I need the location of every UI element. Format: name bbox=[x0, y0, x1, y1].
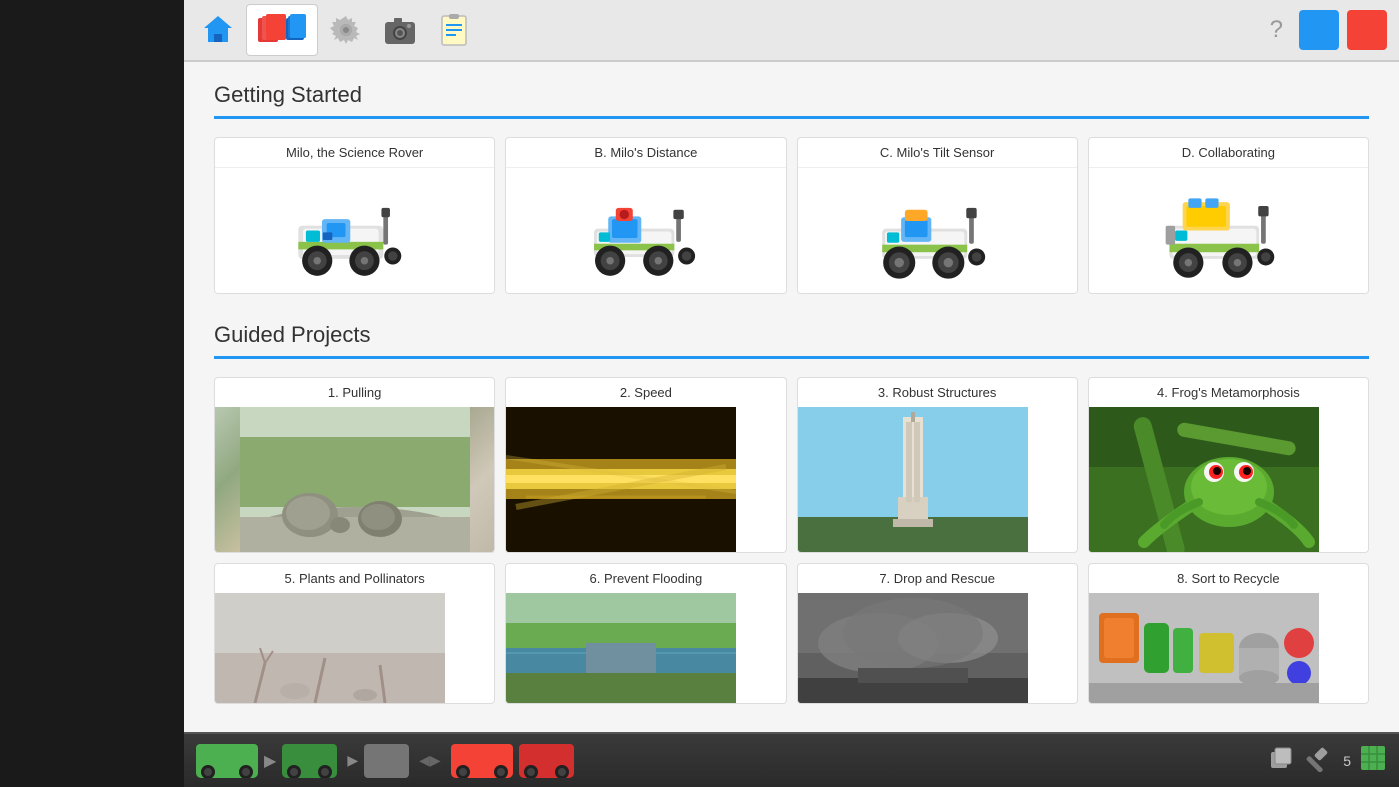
gray-block[interactable] bbox=[364, 744, 409, 778]
help-button[interactable]: ? bbox=[1262, 11, 1291, 49]
green-car-svg bbox=[196, 744, 258, 778]
card-title: B. Milo's Distance bbox=[506, 138, 785, 168]
grid-icon[interactable] bbox=[1359, 744, 1387, 777]
bottom-bar-right: 5 bbox=[1267, 744, 1387, 777]
connector-icon-3: ◀▶ bbox=[419, 752, 441, 769]
page-number: 5 bbox=[1343, 753, 1351, 769]
red-car-1[interactable] bbox=[451, 744, 513, 778]
bottom-bar-pieces: ▶ ▶ ◀▶ bbox=[196, 744, 574, 778]
card-image-area bbox=[798, 168, 1077, 293]
green-car-2[interactable] bbox=[282, 744, 337, 778]
red-car-2[interactable] bbox=[519, 744, 574, 778]
notes-button[interactable] bbox=[428, 4, 480, 56]
clipboard-icon bbox=[436, 12, 472, 48]
robot-svg-4 bbox=[1143, 173, 1313, 288]
left-sidebar bbox=[0, 0, 184, 787]
card-photo-frog bbox=[1089, 407, 1368, 552]
card-collaborating[interactable]: D. Collaborating bbox=[1088, 137, 1369, 294]
card-image-area bbox=[215, 168, 494, 293]
content-area: Getting Started Milo, the Science Rover bbox=[184, 62, 1399, 732]
card-title: 6. Prevent Flooding bbox=[506, 564, 785, 593]
gear-icon bbox=[328, 12, 364, 48]
getting-started-header: Getting Started bbox=[214, 82, 1369, 108]
toolbar-left bbox=[184, 4, 1262, 56]
red-car-svg bbox=[451, 744, 513, 778]
card-photo-pulling bbox=[215, 407, 494, 552]
grid-svg bbox=[1359, 744, 1387, 772]
guided-projects-grid: 1. Pulling bbox=[214, 377, 1369, 704]
photo-speed-svg bbox=[506, 407, 736, 552]
photo-plants-svg bbox=[215, 593, 445, 703]
card-prevent-flooding[interactable]: 6. Prevent Flooding bbox=[505, 563, 786, 704]
card-title: C. Milo's Tilt Sensor bbox=[798, 138, 1077, 168]
bottom-bar: ▶ ▶ ◀▶ bbox=[184, 732, 1399, 787]
card-title: 8. Sort to Recycle bbox=[1089, 564, 1368, 593]
tool-icon[interactable] bbox=[1303, 744, 1331, 777]
book-icon bbox=[254, 12, 310, 48]
card-speed[interactable]: 2. Speed bbox=[505, 377, 786, 553]
camera-icon bbox=[382, 12, 418, 48]
photo-drop-svg bbox=[798, 593, 1028, 703]
green-car-2-svg bbox=[282, 744, 337, 778]
card-photo-recycle bbox=[1089, 593, 1368, 703]
card-milos-tilt-sensor[interactable]: C. Milo's Tilt Sensor bbox=[797, 137, 1078, 294]
cube-svg bbox=[1267, 744, 1295, 772]
card-title: 2. Speed bbox=[506, 378, 785, 407]
camera-button[interactable] bbox=[374, 4, 426, 56]
photo-pulling-svg bbox=[240, 407, 470, 552]
card-image-area bbox=[506, 168, 785, 293]
card-title: D. Collaborating bbox=[1089, 138, 1368, 168]
home-button[interactable] bbox=[192, 4, 244, 56]
photo-recycle-svg bbox=[1089, 593, 1319, 703]
card-pulling[interactable]: 1. Pulling bbox=[214, 377, 495, 553]
guided-projects-header: Guided Projects bbox=[214, 322, 1369, 348]
card-sort-to-recycle[interactable]: 8. Sort to Recycle bbox=[1088, 563, 1369, 704]
hammer-svg bbox=[1303, 744, 1331, 772]
card-robust-structures[interactable]: 3. Robust Structures bbox=[797, 377, 1078, 553]
card-frogs-metamorphosis[interactable]: 4. Frog's Metamorphosis bbox=[1088, 377, 1369, 553]
getting-started-divider bbox=[214, 116, 1369, 119]
red-button[interactable] bbox=[1347, 10, 1387, 50]
card-photo-speed bbox=[506, 407, 785, 552]
robot-svg-3 bbox=[852, 173, 1022, 288]
card-plants-pollinators[interactable]: 5. Plants and Pollinators bbox=[214, 563, 495, 704]
blue-button[interactable] bbox=[1299, 10, 1339, 50]
card-title: Milo, the Science Rover bbox=[215, 138, 494, 168]
green-car-1[interactable] bbox=[196, 744, 258, 778]
card-drop-and-rescue[interactable]: 7. Drop and Rescue bbox=[797, 563, 1078, 704]
card-title: 3. Robust Structures bbox=[798, 378, 1077, 407]
card-milo-science-rover[interactable]: Milo, the Science Rover bbox=[214, 137, 495, 294]
card-photo-drop bbox=[798, 593, 1077, 703]
connector-icon-2: ▶ bbox=[347, 752, 358, 769]
getting-started-grid: Milo, the Science Rover bbox=[214, 137, 1369, 294]
card-title: 5. Plants and Pollinators bbox=[215, 564, 494, 593]
card-title: 1. Pulling bbox=[215, 378, 494, 407]
guided-projects-divider bbox=[214, 356, 1369, 359]
robot-svg-1 bbox=[270, 173, 440, 288]
photo-flood-svg bbox=[506, 593, 736, 703]
card-photo-tower bbox=[798, 407, 1077, 552]
card-milos-distance[interactable]: B. Milo's Distance bbox=[505, 137, 786, 294]
toolbar-right: ? bbox=[1262, 10, 1399, 50]
home-icon bbox=[200, 12, 236, 48]
photo-tower-svg bbox=[798, 407, 1028, 552]
card-title: 7. Drop and Rescue bbox=[798, 564, 1077, 593]
robot-svg-2 bbox=[561, 173, 731, 288]
photo-frog-svg bbox=[1089, 407, 1319, 552]
connector-icon-1: ▶ bbox=[264, 751, 276, 771]
card-image-area bbox=[1089, 168, 1368, 293]
card-photo-plants bbox=[215, 593, 494, 703]
red-car-2-svg bbox=[519, 744, 574, 778]
cube-icon[interactable] bbox=[1267, 744, 1295, 777]
settings-button[interactable] bbox=[320, 4, 372, 56]
library-button[interactable] bbox=[246, 4, 318, 56]
card-photo-flood bbox=[506, 593, 785, 703]
card-title: 4. Frog's Metamorphosis bbox=[1089, 378, 1368, 407]
